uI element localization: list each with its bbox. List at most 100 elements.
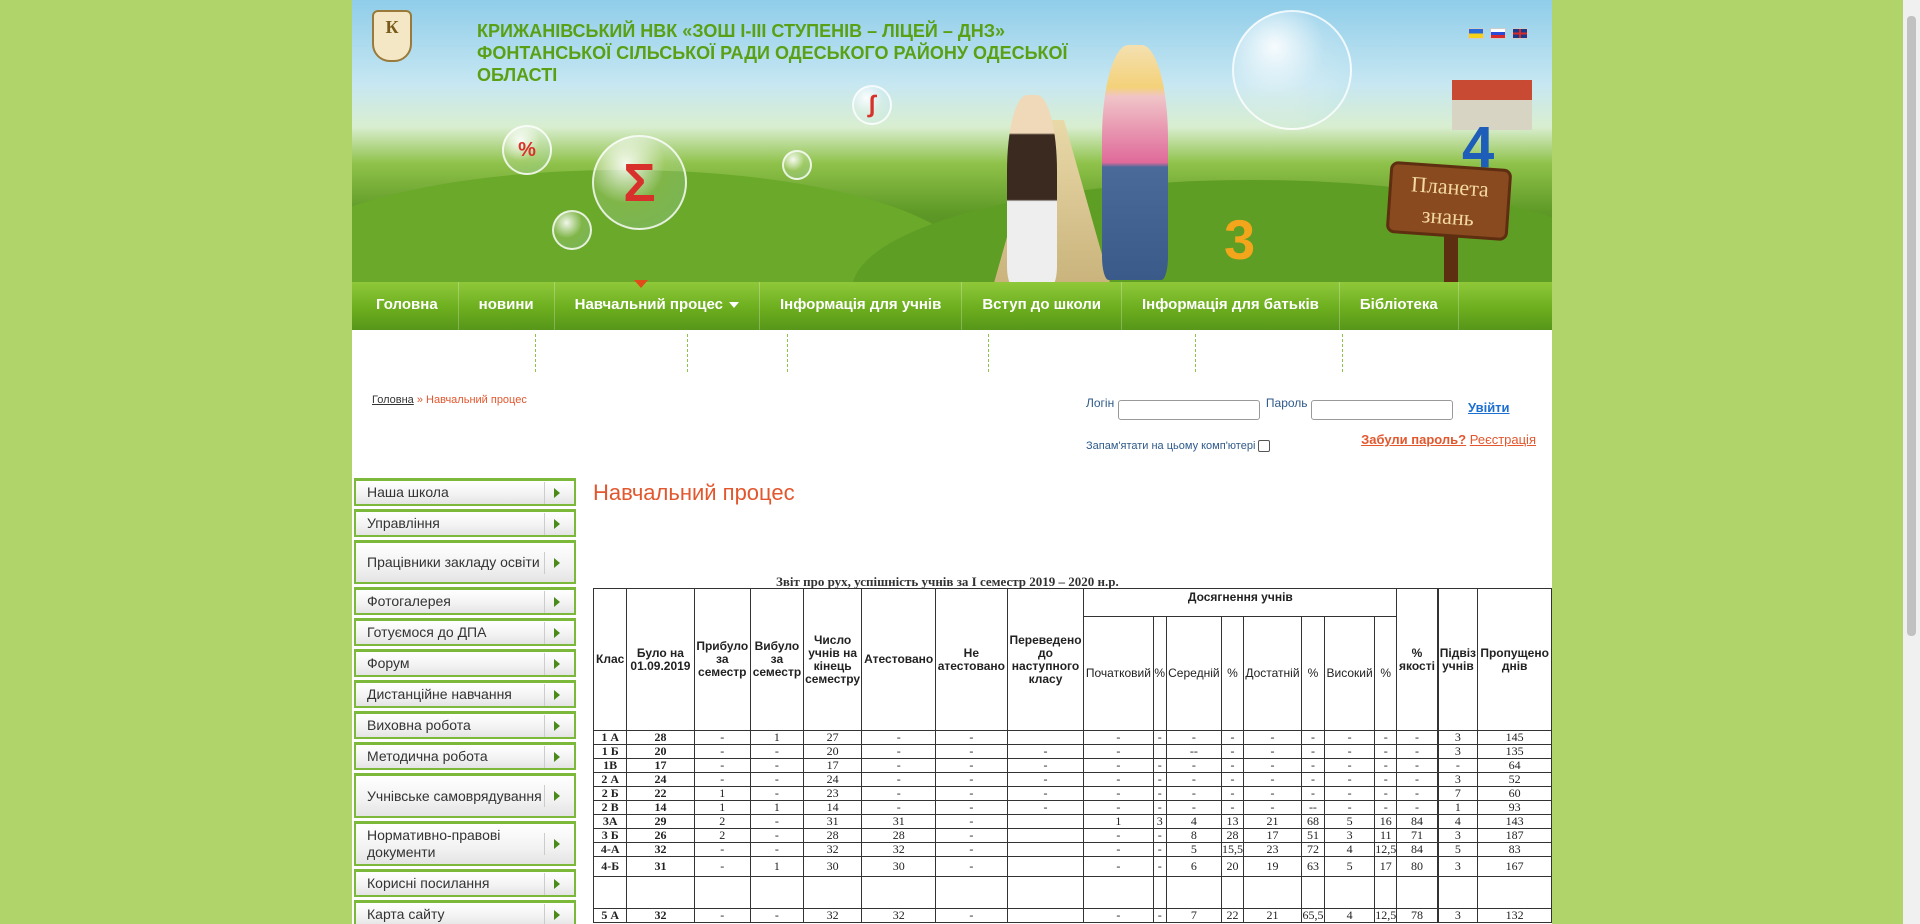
table-cell: - [1083,730,1154,745]
sidebar-item-label: Корисні посилання [367,875,490,891]
bubble-empty [552,210,592,250]
table-cell: - [693,842,752,857]
sidebar-item-sitemap[interactable]: Карта сайту [354,900,576,924]
sidebar-item-methodical-work[interactable]: Методична робота [354,742,576,770]
table-cell: 11 [1374,828,1398,843]
nav-info-parents[interactable]: Інформація для батьків [1122,282,1340,330]
class-name-cell: 4-А [592,842,628,857]
table-cell: - [750,828,804,843]
nav-admission[interactable]: Вступ до школи [962,282,1122,330]
sidebar-item-label: Фотогалерея [367,593,451,609]
table-cell: 3 [1437,772,1479,787]
col-header-pct: % [1152,616,1167,731]
sidebar-item-student-government[interactable]: Учнівське самоврядування [354,773,576,818]
table-cell: - [1083,856,1154,877]
chevron-right-icon [544,652,568,675]
col-header-pct: % [1220,616,1245,731]
table-cell: 1 [750,800,804,815]
class-name-cell: 5 А [592,908,628,923]
account-links: Забули пароль? Реєстрація [1361,432,1536,447]
nav-home[interactable]: Головна [356,282,459,330]
sidebar-item-forum[interactable]: Форум [354,649,576,677]
subnav-divider [988,334,989,372]
table-cell: 29 [626,814,695,829]
table-cell [1374,876,1398,909]
table-cell: - [750,772,804,787]
table-cell: - [1006,758,1085,773]
breadcrumb-home-link[interactable]: Головна [372,394,414,406]
chevron-right-icon [544,621,568,644]
table-cell: 15,5 [1220,842,1245,857]
site-title[interactable]: КРИЖАНІВСЬКИЙ НВК «ЗОШ I-III СТУПЕНІВ – … [477,20,1107,86]
table-cell: 31 [861,814,936,829]
table-cell: 3 [1152,814,1167,829]
col-header-pct: % [1374,616,1398,731]
nav-label: Навчальний процес [574,296,724,313]
scrollbar-thumb[interactable] [1907,16,1916,636]
table-cell: 2 [693,814,752,829]
school-crest-logo[interactable]: К [372,10,412,62]
table-cell [861,876,936,909]
flag-russia-icon[interactable] [1490,28,1506,39]
login-button[interactable]: Увійти [1468,400,1510,415]
table-cell: 32 [626,908,695,923]
table-cell: 31 [802,814,863,829]
sidebar-item-distance-learning[interactable]: Дистанційне навчання [354,680,576,708]
sidebar-item-management[interactable]: Управління [354,509,576,537]
sidebar-item-useful-links[interactable]: Корисні посилання [354,869,576,897]
table-cell [1152,876,1167,909]
sidebar-item-staff[interactable]: Працівники закладу освіти [354,540,576,584]
flag-uk-icon[interactable] [1512,28,1528,39]
sidebar-item-regulatory-documents[interactable]: Нормативно-правові документи [354,821,576,866]
sidebar-item-dpa[interactable]: Готуємося до ДПА [354,618,576,646]
remember-checkbox[interactable] [1258,440,1271,453]
table-cell: - [1152,786,1167,801]
table-cell: 3 [1437,828,1479,843]
sidebar-item-label: Виховна робота [367,717,471,733]
nav-educational-process[interactable]: Навчальний процес [555,282,761,330]
nav-library[interactable]: Бібліотека [1340,282,1459,330]
table-cell: 24 [802,772,863,787]
table-cell: - [693,758,752,773]
table-cell: 4 [1165,814,1222,829]
class-name-cell: 2 Б [592,786,628,801]
table-cell: 2 [693,828,752,843]
table-cell: 22 [1220,908,1245,923]
table-cell: - [1324,730,1376,745]
table-cell: 17 [1243,828,1302,843]
sidebar-item-upbringing[interactable]: Виховна робота [354,711,576,739]
flag-ukraine-icon[interactable] [1468,28,1484,39]
table-cell: -- [1165,744,1222,759]
table-cell: 28 [802,828,863,843]
subnav-divider [1195,334,1196,372]
login-form: Логін Пароль [1086,396,1453,420]
table-cell: - [1374,758,1398,773]
chevron-right-icon [544,833,568,855]
register-link[interactable]: Реєстрація [1470,432,1536,447]
table-cell [1300,876,1326,909]
table-cell: - [935,842,1008,857]
sidebar-item-label: Наша школа [367,484,449,500]
forgot-password-link[interactable]: Забули пароль? [1361,432,1466,447]
table-cell: 143 [1477,814,1552,829]
table-cell: 12,5 [1374,908,1398,923]
login-input[interactable] [1117,400,1260,420]
table-cell: - [935,730,1008,745]
table-cell: 28 [861,828,936,843]
sign-post [1444,230,1458,282]
table-cell: - [1006,786,1085,801]
table-cell: - [1324,744,1376,759]
nav-news[interactable]: новини [459,282,555,330]
table-cell: - [1396,800,1438,815]
table-cell: - [1220,730,1245,745]
class-name-cell: 4-Б [592,856,628,877]
table-cell: - [1083,842,1154,857]
nav-info-students[interactable]: Інформація для учнів [760,282,963,330]
bubble-percent: % [502,125,552,175]
table-cell: - [750,786,804,801]
sidebar-item-our-school[interactable]: Наша школа [354,478,576,506]
scrollbar[interactable] [1903,0,1920,924]
table-cell: 12,5 [1374,842,1398,857]
password-input[interactable] [1310,400,1453,420]
sidebar-item-photo-gallery[interactable]: Фотогалерея [354,587,576,615]
